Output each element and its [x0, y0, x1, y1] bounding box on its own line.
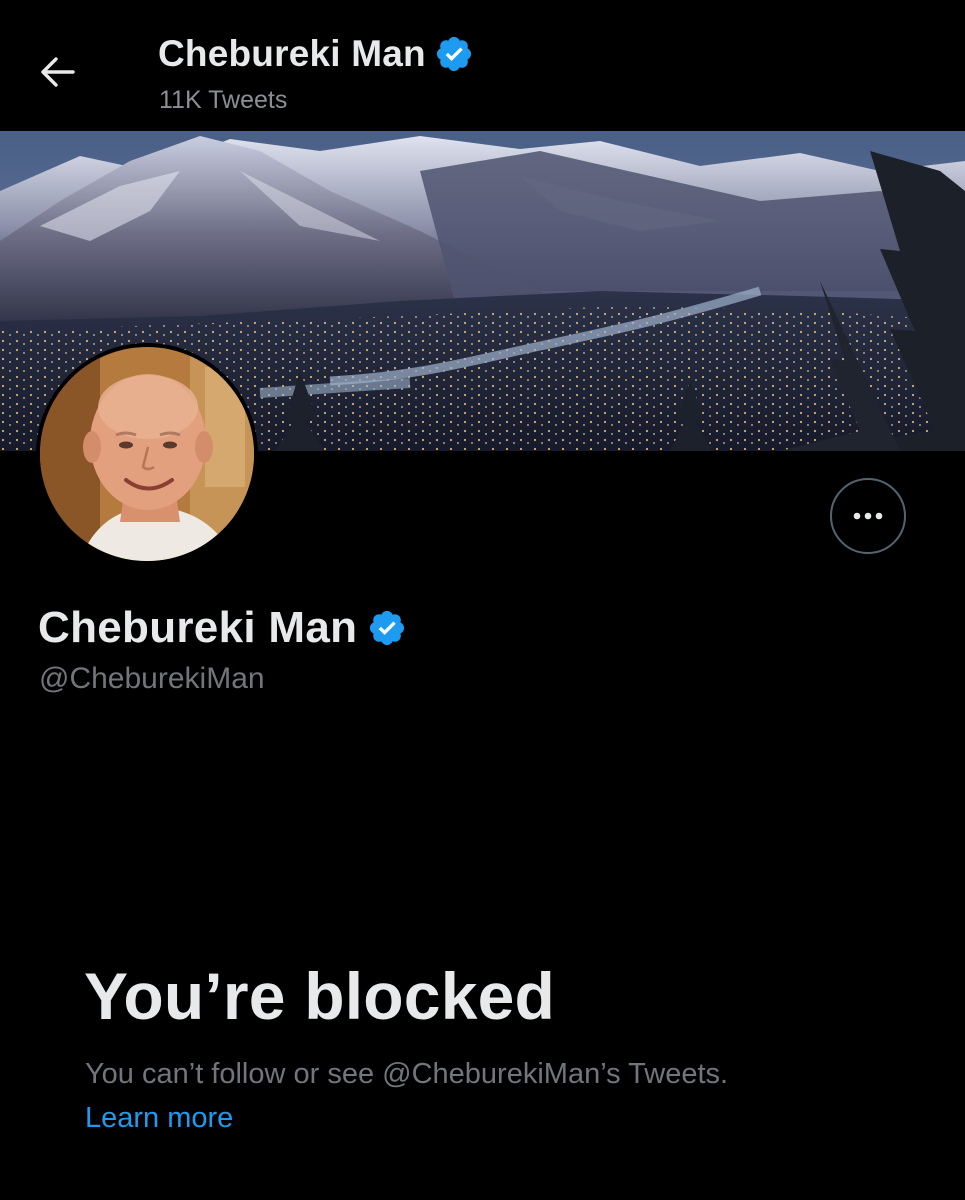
profile-name-row: Chebureki Man [38, 600, 407, 656]
header-display-name: Chebureki Man [158, 33, 426, 74]
blocked-title: You’re blocked [84, 959, 556, 1033]
verified-badge-icon [434, 34, 474, 74]
profile-avatar-border [36, 343, 258, 565]
more-options-button[interactable] [830, 478, 906, 554]
profile-handle: @CheburekiMan [39, 662, 265, 695]
back-button[interactable] [30, 50, 86, 98]
avatar[interactable] [40, 347, 254, 561]
header-title-row: Chebureki Man [158, 30, 474, 78]
profile-display-name: Chebureki Man [38, 603, 358, 652]
profile-page: Chebureki Man 11K Tweets Chebureki Man @… [0, 0, 965, 1200]
blocked-description: You can’t follow or see @CheburekiMan’s … [85, 1058, 729, 1090]
more-horizontal-icon [853, 507, 883, 525]
top-nav-bar: Chebureki Man 11K Tweets [0, 0, 965, 131]
header-tweet-count: 11K Tweets [159, 86, 288, 114]
learn-more-link[interactable]: Learn more [85, 1102, 233, 1135]
arrow-left-icon [39, 55, 77, 94]
verified-badge-icon [367, 608, 407, 648]
